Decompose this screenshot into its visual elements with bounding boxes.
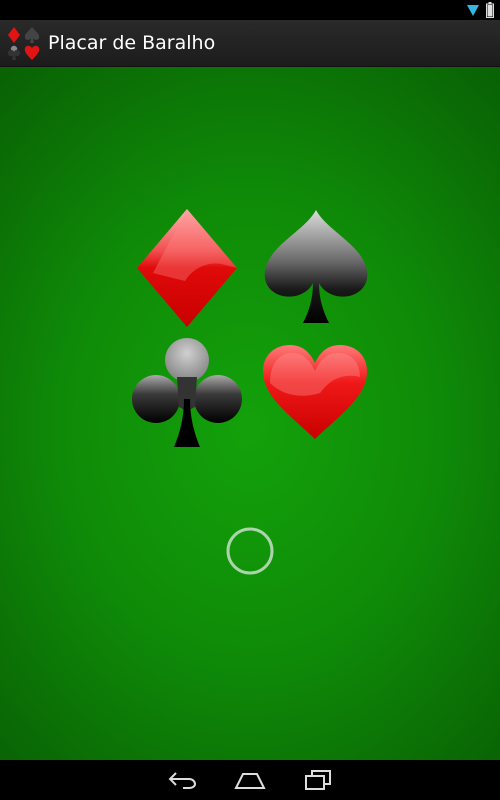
diamond-icon — [137, 209, 237, 327]
home-icon — [234, 773, 266, 789]
club-icon — [132, 338, 242, 447]
battery-icon — [486, 2, 494, 18]
card-suits-icon[interactable] — [4, 23, 44, 63]
main-content — [0, 67, 500, 760]
recent-apps-button[interactable] — [298, 766, 338, 794]
back-button[interactable] — [162, 766, 202, 794]
wifi-icon — [467, 5, 479, 16]
back-icon — [168, 772, 197, 789]
loading-spinner-icon — [226, 527, 274, 575]
heart-icon — [263, 345, 367, 439]
app-title: Placar de Baralho — [48, 32, 216, 54]
navigation-bar — [0, 760, 500, 800]
action-bar: Placar de Baralho — [0, 20, 500, 67]
recent-apps-icon — [305, 770, 331, 790]
home-button[interactable] — [230, 766, 270, 794]
spade-icon — [264, 210, 368, 323]
status-bar — [0, 0, 500, 20]
